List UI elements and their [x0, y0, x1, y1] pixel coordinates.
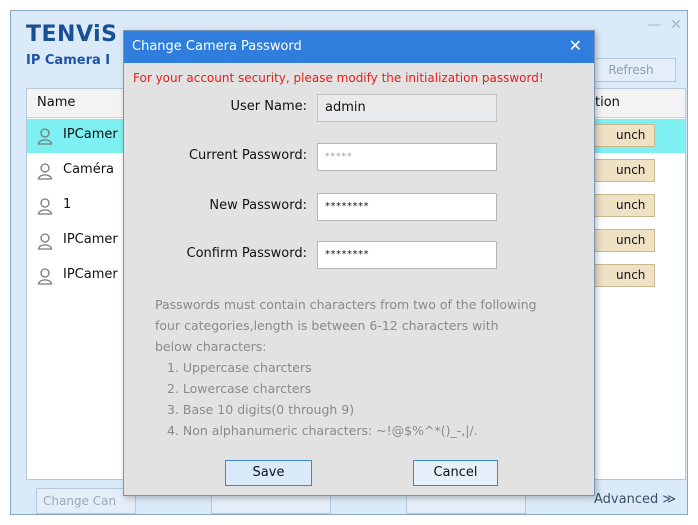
launch-button[interactable]: unch: [593, 159, 655, 182]
user-icon: [37, 268, 53, 285]
password-rules: Passwords must contain characters from t…: [155, 294, 585, 441]
dialog-close-icon[interactable]: ✕: [569, 37, 582, 55]
camera-name: 1: [63, 197, 72, 212]
launch-button[interactable]: unch: [593, 264, 655, 287]
save-button[interactable]: Save: [225, 460, 312, 486]
new-password-label: New Password:: [209, 198, 307, 213]
rule-item: 3. Base 10 digits(0 through 9): [167, 402, 355, 417]
app-subtitle: IP Camera I: [26, 53, 111, 68]
dialog-title: Change Camera Password: [132, 39, 302, 54]
close-icon[interactable]: ✕: [668, 18, 684, 32]
rules-intro-line: below characters:: [155, 339, 267, 354]
change-password-dialog: Change Camera Password ✕ For your accoun…: [123, 30, 595, 496]
current-password-field[interactable]: *****: [317, 143, 497, 171]
user-name-field: admin: [317, 94, 497, 122]
user-icon: [37, 233, 53, 250]
tenvis-logo: TENViS: [26, 22, 118, 47]
minimize-icon[interactable]: —: [646, 18, 662, 32]
change-camera-button[interactable]: Change Can: [36, 488, 136, 514]
user-icon: [37, 128, 53, 145]
rules-intro-line: four categories,length is between 6-12 c…: [155, 318, 499, 333]
confirm-password-label: Confirm Password:: [186, 246, 307, 261]
user-icon: [37, 163, 53, 180]
column-header-action[interactable]: tion: [595, 95, 620, 110]
current-password-label: Current Password:: [188, 148, 307, 163]
new-password-field[interactable]: ********: [317, 193, 497, 221]
dialog-titlebar: Change Camera Password ✕: [124, 31, 594, 63]
rules-intro-line: Passwords must contain characters from t…: [155, 297, 537, 312]
user-name-label: User Name:: [230, 99, 308, 114]
rule-item: 1. Uppercase charcters: [167, 360, 312, 375]
camera-name: Caméra: [63, 162, 115, 177]
launch-button[interactable]: unch: [593, 124, 655, 147]
column-header-name[interactable]: Name: [37, 95, 75, 110]
camera-name: IPCamer: [63, 232, 118, 247]
advanced-button[interactable]: Advanced ≫: [594, 492, 676, 507]
user-icon: [37, 198, 53, 215]
cancel-button[interactable]: Cancel: [413, 460, 498, 486]
camera-name: IPCamer: [63, 267, 118, 282]
security-warning: For your account security, please modify…: [133, 71, 544, 85]
launch-button[interactable]: unch: [593, 229, 655, 252]
refresh-button[interactable]: Refresh: [586, 58, 676, 82]
launch-button[interactable]: unch: [593, 194, 655, 217]
rule-item: 4. Non alphanumeric characters: ~!@$%^*(…: [167, 423, 478, 438]
rule-item: 2. Lowercase charcters: [167, 381, 312, 396]
camera-name: IPCamer: [63, 127, 118, 142]
confirm-password-field[interactable]: ********: [317, 241, 497, 269]
